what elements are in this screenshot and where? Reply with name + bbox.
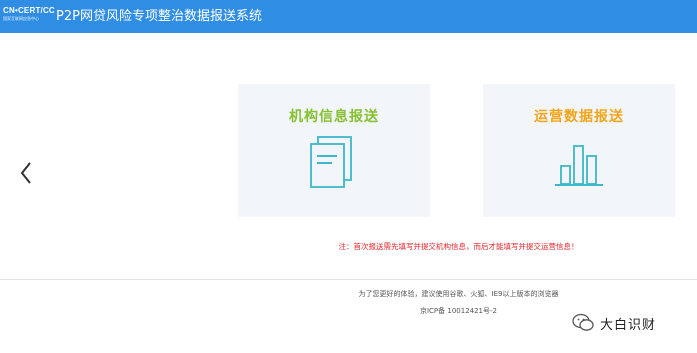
watermark-text: 大白识财	[600, 317, 657, 333]
bar-chart-icon	[483, 134, 675, 194]
top-bar: CN•CERT/CC 国家互联网应急中心 P2P网贷风险专项整治数据报送系统	[0, 0, 697, 33]
footer-divider	[0, 279, 697, 280]
logo-subtext: 国家互联网应急中心	[3, 16, 39, 21]
prev-arrow-button[interactable]	[16, 160, 38, 186]
submission-notice: 注：首次报送需先填写并提交机构信息，而后才能填写并提交运营信息！	[338, 242, 579, 251]
cncert-logo: CN•CERT/CC 国家互联网应急中心	[3, 6, 55, 28]
chevron-left-icon	[20, 162, 31, 184]
watermark: 大白识财	[572, 312, 656, 334]
institution-info-card[interactable]: 机构信息报送	[238, 84, 430, 217]
logo-text: CN•CERT/CC	[3, 6, 55, 15]
browser-recommendation: 为了您更好的体验，建议使用谷歌、火狐、IE9以上版本的浏览器	[358, 290, 559, 298]
card-title: 运营数据报送	[534, 109, 624, 125]
card-title: 机构信息报送	[289, 109, 379, 125]
operation-data-card[interactable]: 运营数据报送	[483, 84, 675, 217]
app-title: P2P网贷风险专项整治数据报送系统	[56, 9, 262, 24]
documents-icon	[238, 134, 430, 194]
wechat-icon	[572, 313, 594, 331]
